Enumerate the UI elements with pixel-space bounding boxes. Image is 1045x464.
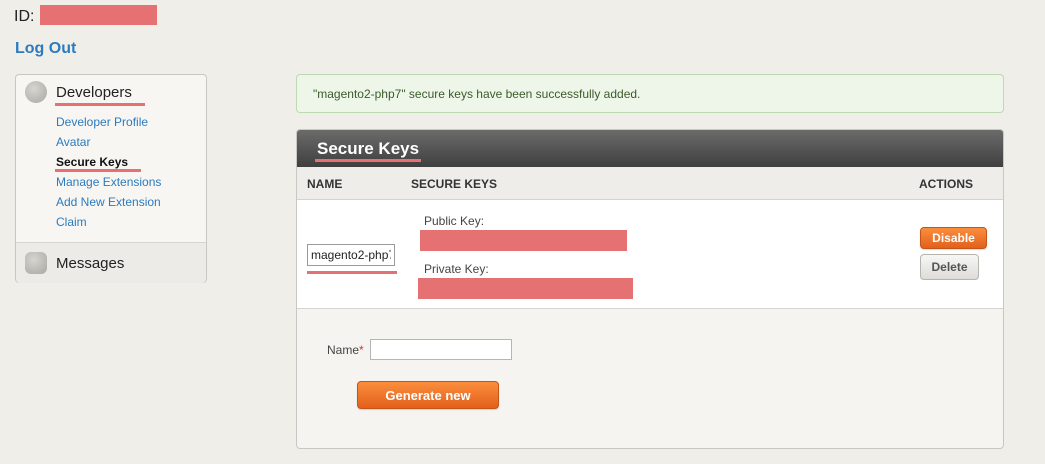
- chat-bubbles-icon: [25, 252, 47, 274]
- sidebar-link-manage-extensions[interactable]: Manage Extensions: [56, 175, 161, 189]
- column-secure-keys: SECURE KEYS: [411, 177, 498, 191]
- sidebar-messages-title: Messages: [56, 254, 125, 272]
- sidebar-item-manage-extensions[interactable]: Manage Extensions: [56, 172, 161, 192]
- sidebar-item-add-new-extension[interactable]: Add New Extension: [56, 192, 161, 212]
- success-message: "magento2-php7" secure keys have been su…: [296, 74, 1004, 113]
- table-header: NAME SECURE KEYS ACTIONS: [297, 167, 1003, 200]
- panel-title: Secure Keys: [317, 139, 420, 158]
- generate-new-button[interactable]: Generate new: [357, 381, 499, 409]
- required-marker: *: [359, 343, 364, 357]
- name-underline: [307, 271, 397, 274]
- secure-keys-underline: [55, 169, 141, 172]
- sidebar-developer-links: Developer Profile Avatar Secure Keys Man…: [56, 112, 161, 232]
- sidebar: Developers Developer Profile Avatar Secu…: [15, 74, 207, 283]
- id-value-redacted: [40, 5, 157, 25]
- new-key-name-input[interactable]: [370, 339, 512, 360]
- sidebar-item-avatar[interactable]: Avatar: [56, 132, 161, 152]
- sidebar-link-add-new-extension[interactable]: Add New Extension: [56, 195, 161, 209]
- public-key-redacted: [420, 230, 627, 251]
- form-name-label: Name*: [327, 343, 364, 357]
- column-actions: ACTIONS: [919, 177, 973, 191]
- sidebar-link-avatar[interactable]: Avatar: [56, 135, 90, 149]
- sidebar-developers-title: Developers: [56, 83, 132, 101]
- developer-icon: [25, 81, 47, 103]
- developers-underline: [55, 103, 145, 106]
- private-key-label: Private Key:: [424, 262, 489, 276]
- sidebar-link-developer-profile[interactable]: Developer Profile: [56, 115, 148, 129]
- table-row: Public Key: Private Key: Disable Delete: [297, 200, 1003, 309]
- sidebar-item-developer-profile[interactable]: Developer Profile: [56, 112, 161, 132]
- sidebar-section-developers[interactable]: Developers: [16, 81, 206, 103]
- id-label: ID:: [14, 8, 35, 25]
- panel-header: Secure Keys: [297, 130, 1003, 167]
- public-key-label: Public Key:: [424, 214, 485, 228]
- form-name-label-text: Name: [327, 343, 360, 357]
- sidebar-item-claim[interactable]: Claim: [56, 212, 161, 232]
- secure-keys-panel: Secure Keys NAME SECURE KEYS ACTIONS Pub…: [296, 129, 1004, 449]
- sidebar-section-messages[interactable]: Messages: [16, 252, 206, 274]
- disable-button[interactable]: Disable: [920, 227, 987, 249]
- sidebar-link-claim[interactable]: Claim: [56, 215, 87, 229]
- title-underline: [315, 159, 421, 162]
- key-name-field[interactable]: [307, 244, 395, 266]
- logout-link[interactable]: Log Out: [15, 40, 76, 58]
- column-name: NAME: [307, 177, 343, 191]
- private-key-redacted: [418, 278, 633, 299]
- delete-button[interactable]: Delete: [920, 254, 979, 280]
- sidebar-link-secure-keys[interactable]: Secure Keys: [56, 155, 128, 169]
